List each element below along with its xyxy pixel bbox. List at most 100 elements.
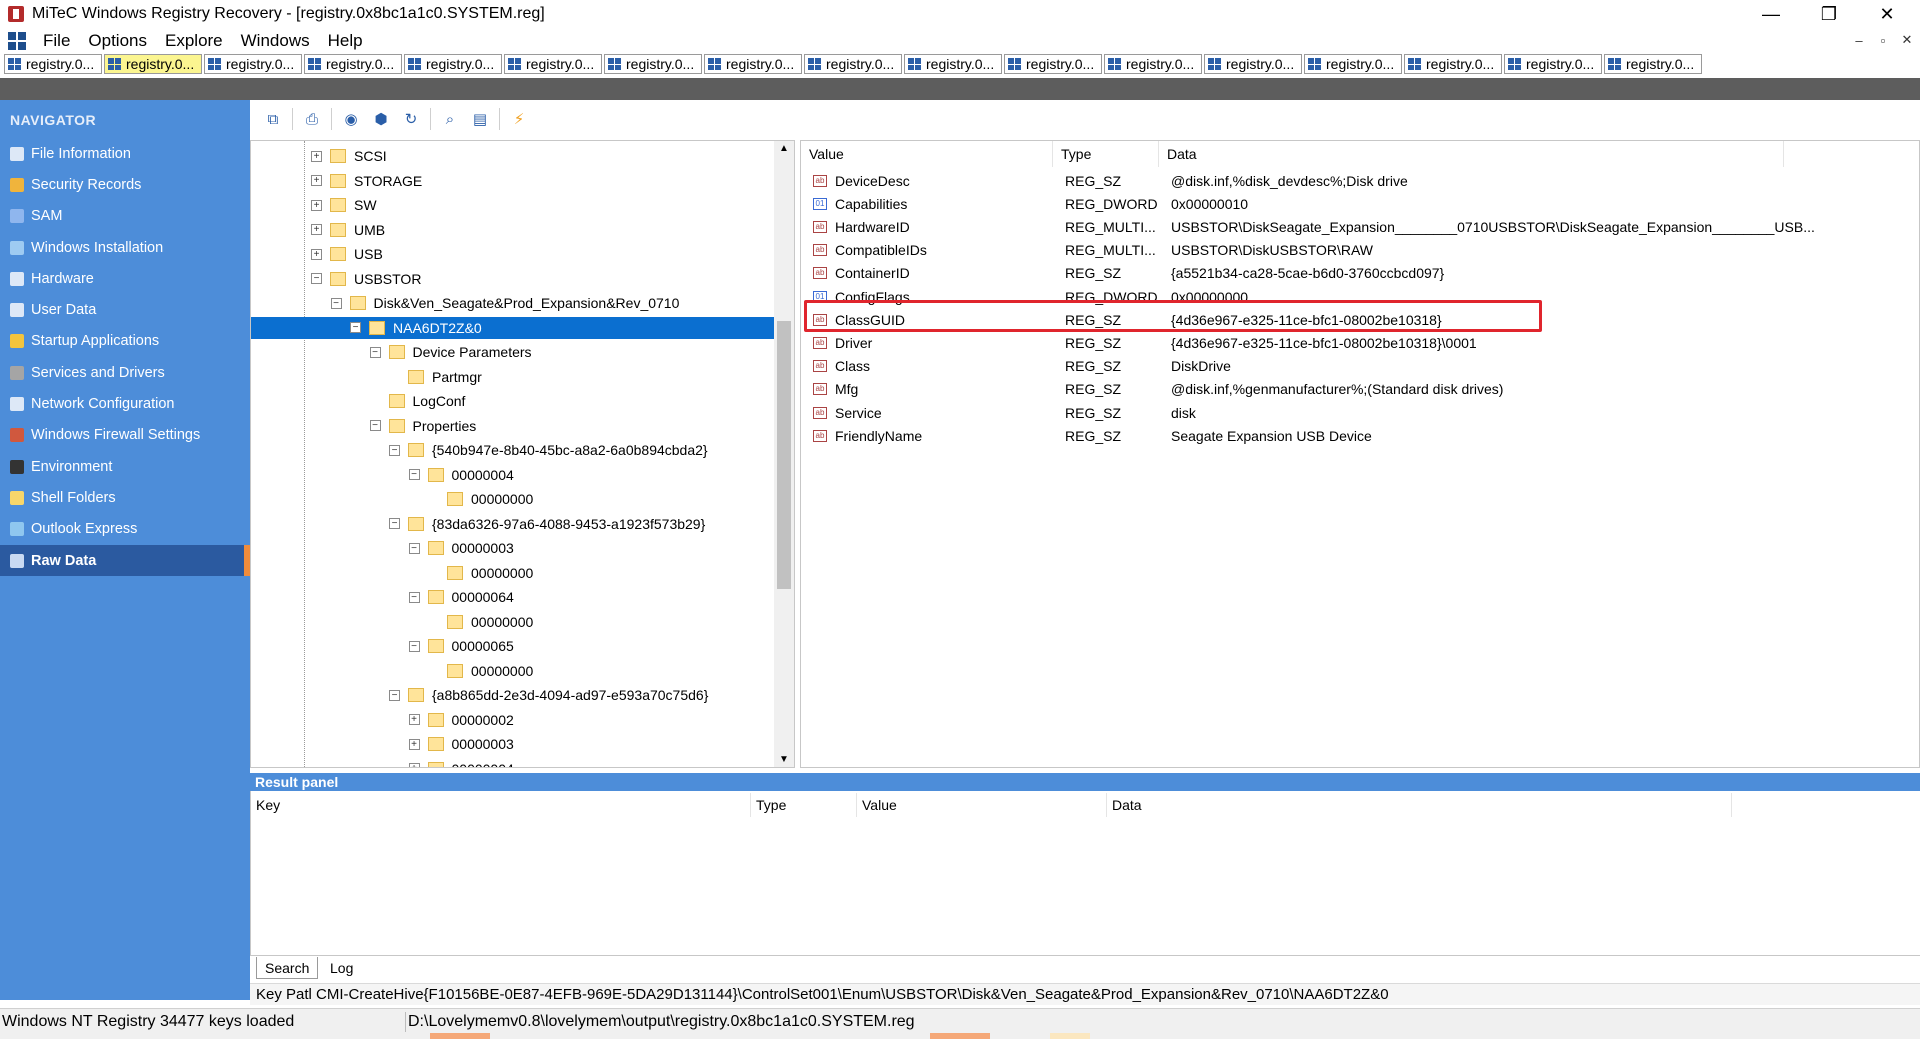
tree-node[interactable]: + SW <box>311 194 377 216</box>
nav-item-windows-installation[interactable]: Windows Installation <box>0 232 250 263</box>
tab-log[interactable]: Log <box>322 957 361 979</box>
nav-item-shell-folders[interactable]: Shell Folders <box>0 482 250 513</box>
tree-node[interactable]: + UMB <box>311 219 385 241</box>
document-tab[interactable]: registry.0... <box>904 54 1002 74</box>
document-tab[interactable]: registry.0... <box>204 54 302 74</box>
tree-node[interactable]: 00000000 <box>428 488 533 510</box>
result-column-value[interactable]: Value <box>857 793 1107 817</box>
print-icon[interactable]: ⎙ <box>301 108 323 130</box>
value-row[interactable]: ab Service REG_SZ disk <box>801 401 1911 424</box>
document-tab[interactable]: registry.0... <box>1504 54 1602 74</box>
tree-scrollbar[interactable]: ▲ ▼ <box>774 141 794 767</box>
expand-icon[interactable]: + <box>311 248 322 260</box>
collapse-icon[interactable]: − <box>389 518 400 529</box>
nav-item-hardware[interactable]: Hardware <box>0 263 250 294</box>
expand-icon[interactable]: + <box>311 175 322 186</box>
menu-explore[interactable]: Explore <box>156 31 232 51</box>
document-tab[interactable]: registry.0... <box>804 54 902 74</box>
mdi-minimize-button[interactable]: – <box>1846 30 1872 50</box>
export-icon[interactable]: ⬢ <box>370 108 392 130</box>
document-tab[interactable]: registry.0... <box>1004 54 1102 74</box>
menu-options[interactable]: Options <box>79 31 156 51</box>
document-tab[interactable]: registry.0... <box>304 54 402 74</box>
document-tab[interactable]: registry.0... <box>704 54 802 74</box>
nav-item-sam[interactable]: SAM <box>0 201 250 232</box>
tree-node[interactable]: 00000000 <box>428 562 533 584</box>
tree-scroll-thumb[interactable] <box>777 321 791 589</box>
nav-item-startup-applications[interactable]: Startup Applications <box>0 326 250 357</box>
expand-icon[interactable]: + <box>311 224 322 235</box>
copy-icon[interactable]: ⧉ <box>262 108 284 130</box>
nav-item-file-information[interactable]: File Information <box>0 138 250 169</box>
collapse-icon[interactable]: − <box>389 689 400 701</box>
collapse-icon[interactable]: − <box>330 297 342 309</box>
tree-node[interactable]: LogConf <box>370 390 465 412</box>
tree-node[interactable]: − 00000003 <box>408 537 514 559</box>
menu-windows[interactable]: Windows <box>232 31 319 51</box>
result-column-key[interactable]: Key <box>251 793 751 817</box>
expand-icon[interactable]: + <box>311 199 322 211</box>
restore-button[interactable]: ❐ <box>1800 0 1858 28</box>
collapse-icon[interactable]: − <box>389 444 400 456</box>
collapse-icon[interactable]: − <box>311 273 322 284</box>
tree-node[interactable]: − 00000064 <box>408 586 514 608</box>
mdi-restore-button[interactable]: ▫ <box>1870 30 1896 50</box>
value-row[interactable]: ab Class REG_SZ DiskDrive <box>801 355 1911 378</box>
mdi-close-button[interactable]: ✕ <box>1894 30 1920 50</box>
tree-node[interactable]: + SCSI <box>311 145 387 167</box>
tree-node[interactable]: +00000004 <box>408 758 514 767</box>
expand-icon[interactable]: + <box>408 763 420 767</box>
collapse-icon[interactable]: − <box>369 346 381 358</box>
collapse-icon[interactable]: − <box>408 640 420 652</box>
tree-node[interactable]: + USB <box>311 243 383 265</box>
column-header-data[interactable]: Data <box>1159 141 1784 167</box>
document-tab[interactable]: registry.0... <box>1304 54 1402 74</box>
document-tab[interactable]: registry.0... <box>404 54 502 74</box>
tree-node[interactable]: − {a8b865dd-2e3d-4094-ad97-e593a70c75d6} <box>389 684 708 706</box>
document-tab[interactable]: registry.0... <box>1404 54 1502 74</box>
expand-icon[interactable]: + <box>408 738 420 750</box>
tree-node[interactable]: − 00000065 <box>408 635 514 657</box>
collapse-icon[interactable]: − <box>408 591 420 603</box>
collapse-icon[interactable]: − <box>408 469 420 480</box>
collapse-icon[interactable]: − <box>408 542 420 554</box>
nav-item-outlook-express[interactable]: Outlook Express <box>0 514 250 545</box>
scroll-up-arrow-icon[interactable]: ▲ <box>779 143 789 154</box>
value-row[interactable]: ab ContainerID REG_SZ {a5521b34-ca28-5cae-b… <box>801 262 1911 285</box>
tree-node[interactable]: + STORAGE <box>311 170 422 192</box>
tree-node[interactable]: − {540b947e-8b40-45bc-a8a2-6a0b894cbda2} <box>389 439 708 461</box>
value-row[interactable]: ab Driver REG_SZ {4d36e967-e325-11ce-bfc1-0… <box>801 331 1911 354</box>
value-row[interactable]: ab Mfg REG_SZ @disk.inf,%genmanufacturer%;(… <box>801 378 1911 401</box>
document-tab[interactable]: registry.0... <box>104 54 202 74</box>
tree-node[interactable]: +00000002 <box>408 709 514 731</box>
document-tab[interactable]: registry.0... <box>1104 54 1202 74</box>
minimize-button[interactable]: — <box>1742 0 1800 28</box>
document-tab[interactable]: registry.0... <box>1604 54 1702 74</box>
column-header-value[interactable]: Value <box>801 141 1053 167</box>
nav-item-network-configuration[interactable]: Network Configuration <box>0 388 250 419</box>
lightning-icon[interactable]: ⚡ <box>508 108 530 130</box>
mdi-window-icon[interactable] <box>8 32 26 50</box>
collapse-icon[interactable]: − <box>369 420 381 431</box>
tree-node[interactable]: Partmgr <box>389 366 482 388</box>
nav-item-services-and-drivers[interactable]: Services and Drivers <box>0 357 250 388</box>
value-row[interactable]: ab CompatibleIDs REG_MULTI... USBSTOR\DiskU… <box>801 239 1911 262</box>
globe-icon[interactable]: ◉ <box>340 108 362 130</box>
find-next-icon[interactable]: ▤ <box>469 108 491 130</box>
tab-search[interactable]: Search <box>256 957 319 979</box>
tree-node[interactable]: − Device Parameters <box>369 341 532 363</box>
tree-node[interactable]: +00000003 <box>408 733 514 755</box>
menu-help[interactable]: Help <box>319 31 372 51</box>
tree-node[interactable]: 00000000 <box>428 611 533 633</box>
nav-item-windows-firewall-settings[interactable]: Windows Firewall Settings <box>0 420 250 451</box>
nav-item-raw-data[interactable]: Raw Data <box>0 544 250 577</box>
document-tab[interactable]: registry.0... <box>4 54 102 74</box>
value-row[interactable]: ab FriendlyName REG_SZ Seagate Expansion US… <box>801 424 1911 447</box>
document-tab[interactable]: registry.0... <box>504 54 602 74</box>
search-icon[interactable]: ⌕ <box>439 108 461 130</box>
close-button[interactable]: ✕ <box>1858 0 1916 28</box>
tree-node[interactable]: 00000000 <box>428 660 533 682</box>
document-tab[interactable]: registry.0... <box>1204 54 1302 74</box>
collapse-icon[interactable]: − <box>350 322 361 333</box>
menu-file[interactable]: File <box>34 31 79 51</box>
